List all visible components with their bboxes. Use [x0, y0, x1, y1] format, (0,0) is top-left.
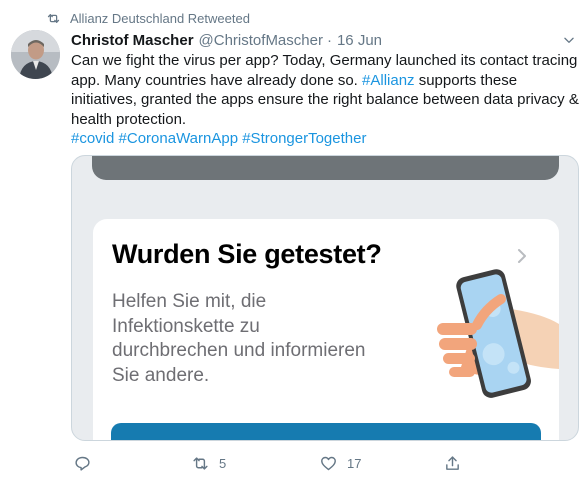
card-text-line: Sie andere. — [112, 364, 210, 386]
retweet-count: 5 — [219, 455, 227, 471]
share-icon — [446, 455, 459, 470]
author-handle[interactable]: @ChristofMascher — [199, 32, 323, 49]
chevron-down-icon[interactable] — [562, 33, 576, 47]
avatar[interactable] — [11, 30, 60, 79]
author-name[interactable]: Christof Mascher — [71, 32, 194, 49]
retweet-context[interactable]: Allianz Deutschland Retweeted — [46, 9, 250, 27]
card-title: Wurden Sie getestet? — [112, 239, 382, 269]
hashtag-allianz[interactable]: #Allianz — [362, 72, 415, 89]
share-button[interactable] — [444, 452, 461, 474]
app-card: Wurden Sie getestet? Helfen Sie mit, die… — [93, 219, 559, 440]
card-text: Helfen Sie mit, die Infektionskette zu d… — [112, 290, 432, 388]
retweet-context-label: Allianz Deutschland Retweeted — [70, 10, 250, 26]
card-text-line: Helfen Sie mit, die — [112, 291, 267, 312]
hand-phone-illustration — [437, 269, 559, 398]
tweet-body: Can we fight the virus per app? Today, G… — [71, 51, 583, 129]
card-text-line: durchbrechen und informieren — [112, 340, 366, 361]
reply-icon — [75, 456, 90, 471]
hashtag-coronawarnapp[interactable]: #CoronaWarnApp — [119, 130, 239, 147]
tweet-header: Christof Mascher @ChristofMascher · 16 J… — [71, 30, 576, 50]
retweet-icon — [47, 13, 60, 23]
retweet-icon — [193, 456, 208, 470]
retweet-button[interactable]: 5 — [192, 452, 226, 474]
heart-icon — [321, 456, 336, 470]
reply-button[interactable] — [74, 452, 91, 474]
card-text-line: Infektionskette zu — [112, 315, 260, 337]
phone-top-bar — [92, 156, 559, 180]
avatar-icon — [11, 30, 60, 79]
hashtag-line: #covid #CoronaWarnApp #StrongerTogether — [71, 129, 583, 149]
tweet-actions: 5 17 — [71, 452, 471, 474]
hashtag-covid[interactable]: #covid — [71, 130, 114, 147]
like-count: 17 — [347, 455, 362, 471]
like-button[interactable]: 17 — [320, 452, 361, 474]
hashtag-strongertogether[interactable]: #StrongerTogether — [242, 130, 366, 147]
tweet-date[interactable]: 16 Jun — [337, 32, 382, 49]
tweet-media[interactable]: Wurden Sie getestet? Helfen Sie mit, die… — [71, 155, 579, 441]
chevron-right-icon — [518, 249, 526, 263]
tweet-text: Can we fight the virus per app? Today, G… — [71, 51, 583, 149]
header-separator: · — [326, 31, 332, 49]
app-primary-button — [111, 423, 541, 440]
